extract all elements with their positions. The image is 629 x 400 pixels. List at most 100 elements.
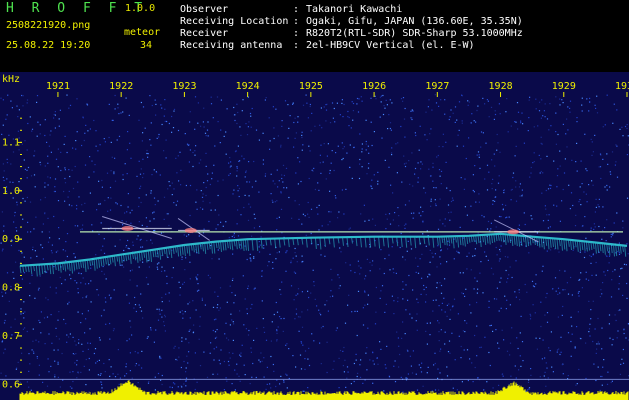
noise-speck [323,143,325,145]
noise-speck [577,311,579,313]
noise-speck [181,256,183,258]
noise-speck [320,363,322,365]
noise-speck [510,375,512,377]
noise-speck [357,290,360,292]
noise-speck [533,286,536,288]
noise-speck [609,171,611,173]
noise-speck [129,279,131,281]
noise-speck [341,189,343,191]
noise-speck [549,184,551,186]
noise-speck [581,104,583,106]
noise-speck [402,256,404,258]
noise-speck [460,357,462,359]
noise-speck [429,261,431,263]
noise-speck [390,184,392,186]
noise-speck [312,269,314,271]
noise-speck [438,322,440,324]
observer-separator: : [293,4,300,15]
noise-speck [473,191,475,193]
noise-speck [622,362,625,364]
noise-speck [460,345,462,348]
noise-speck [365,143,367,145]
noise-speck [105,301,107,303]
app-version: 1.0.0 [125,3,156,14]
noise-speck [329,122,332,124]
noise-speck [49,134,51,136]
noise-speck [173,110,175,112]
noise-speck [88,357,90,360]
noise-speck [477,232,479,234]
spectrogram-plot[interactable]: kHz 1.1 1.0 0.9 0.8 0.7 0.6 1921 1922 1923 1924 192… [0,72,629,400]
noise-speck [5,313,7,315]
noise-speck [114,180,117,182]
noise-speck [399,353,401,356]
noise-speck [518,224,520,226]
noise-speck [367,294,369,296]
noise-speck [377,180,379,182]
noise-speck [27,221,29,223]
noise-speck [216,336,218,338]
noise-speck [125,221,127,223]
noise-speck [178,180,180,182]
noise-speck [537,125,539,127]
noise-speck [310,208,313,210]
noise-speck [154,376,156,378]
noise-speck [429,249,431,251]
noise-speck [309,105,311,108]
noise-speck [281,174,283,176]
noise-speck [501,329,503,331]
noise-speck [161,316,163,318]
noise-speck [243,158,245,160]
noise-speck [112,373,114,375]
noise-speck [187,362,189,364]
noise-speck [292,102,294,104]
noise-speck [5,375,7,377]
noise-speck [94,164,96,166]
noise-speck [301,291,303,293]
noise-speck [367,145,369,147]
noise-speck [440,348,442,350]
noise-speck [138,160,140,162]
noise-speck [402,281,404,283]
noise-speck [2,248,4,250]
noise-speck [148,380,150,383]
noise-speck [36,357,38,359]
noise-speck [273,127,275,129]
noise-speck [46,141,48,143]
noise-speck [67,303,69,305]
noise-speck [147,382,150,384]
noise-speck [402,97,405,99]
noise-speck [48,145,50,147]
noise-speck [616,337,618,339]
noise-speck [495,329,497,331]
noise-speck [129,352,131,354]
noise-speck [622,294,624,296]
noise-speck [57,148,59,150]
noise-speck [127,206,129,208]
noise-speck [75,344,77,346]
noise-speck [85,384,87,386]
noise-speck [382,94,384,97]
noise-speck [396,331,398,333]
noise-speck [194,352,196,354]
noise-speck [31,349,33,351]
capture-filename: 2508221920.png [6,20,91,31]
y-tick-label: 1.1 [2,137,20,148]
noise-speck [542,172,544,174]
noise-speck [22,95,24,97]
noise-speck [593,228,595,230]
noise-speck [220,99,222,101]
noise-speck [230,161,232,163]
noise-speck [612,234,614,236]
noise-speck [49,177,51,179]
noise-speck [444,311,446,313]
noise-speck [479,167,481,169]
noise-speck [216,307,218,309]
noise-speck [203,351,205,353]
noise-speck [76,208,78,210]
noise-speck [417,265,419,267]
noise-speck [74,362,76,364]
noise-speck [22,312,24,314]
noise-speck [476,109,478,112]
noise-speck [521,341,524,343]
